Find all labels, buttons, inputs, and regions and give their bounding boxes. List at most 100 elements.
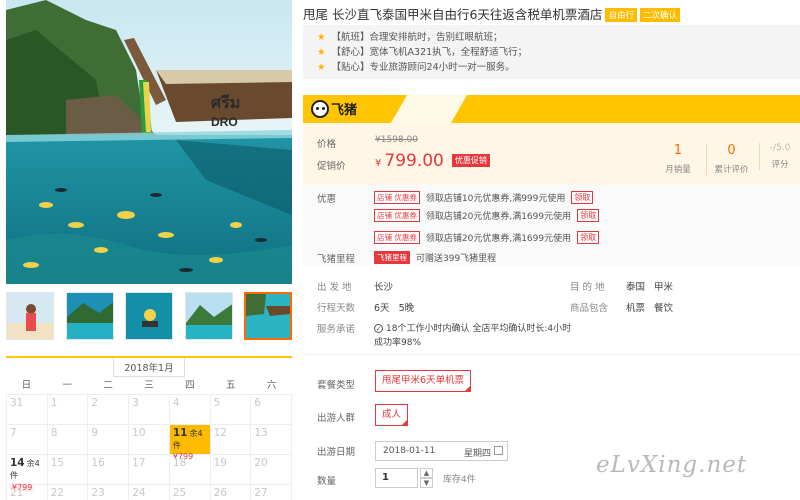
calendar-day-available-14[interactable]: 14 余4件 ¥799 bbox=[7, 455, 48, 492]
duration-label: 行程天数 bbox=[317, 303, 356, 314]
calendar-day: 16 bbox=[88, 455, 130, 485]
weekday-label: 二 bbox=[103, 380, 113, 391]
thumbnail-5-selected[interactable] bbox=[244, 292, 292, 340]
sale-price-value: 799.00 bbox=[384, 151, 444, 171]
miles-row: 飞猪里程 可赠送399飞猪里程 bbox=[374, 251, 496, 264]
thumbnail-strip bbox=[6, 292, 292, 342]
monthly-sales: 1 月销量 bbox=[653, 143, 703, 175]
feature-text: 【航班】合理安排航时，告别红眼航班； bbox=[331, 32, 503, 43]
coupon-section: 优惠 店铺 优惠券 领取店铺10元优惠券,满999元使用 领取 店铺 优惠券 领… bbox=[303, 185, 800, 265]
claim-coupon-button[interactable]: 领取 bbox=[577, 209, 600, 222]
stat-label: 累计评价 bbox=[714, 165, 749, 175]
calendar-day: 31 bbox=[7, 395, 48, 425]
stock-remaining: 库存4件 bbox=[443, 475, 476, 485]
travel-date-value: 2018-01-11 bbox=[383, 446, 436, 456]
calendar-day: 6 bbox=[251, 395, 292, 425]
calendar-day: 22 bbox=[48, 485, 89, 500]
coupon-label: 优惠 bbox=[317, 194, 337, 205]
coupon-row: 店铺 优惠券 领取店铺20元优惠券,满1699元使用 领取 bbox=[374, 209, 600, 222]
calendar-day: 8 bbox=[47, 425, 89, 455]
star-icon: ★ bbox=[317, 32, 326, 43]
original-price: ¥1598.00 bbox=[375, 135, 418, 145]
sale-price: ¥799.00 优惠促销 bbox=[375, 151, 490, 171]
calendar-day: 1 bbox=[47, 395, 89, 425]
shop-coupon-badge: 店铺 优惠券 bbox=[374, 191, 420, 204]
tag-free-travel: 自由行 bbox=[605, 8, 637, 22]
calendar-month: 2018年1月 bbox=[113, 358, 185, 377]
calendar-day: 19 bbox=[210, 455, 252, 485]
departure-label: 出 发 地 bbox=[317, 282, 352, 293]
calendar-header: 2018年1月 bbox=[6, 356, 292, 377]
stat-value: -/5.0 bbox=[769, 143, 791, 153]
package-type-option[interactable]: 甩尾甲米6天单机票 bbox=[375, 370, 472, 392]
calendar-day: 25 bbox=[170, 485, 211, 500]
fliggy-logo[interactable]: 飞猪 bbox=[311, 99, 357, 118]
feature-text: 【贴心】专业旅游顾问24小时一对一服务。 bbox=[331, 62, 515, 73]
calendar-day: 27 bbox=[251, 485, 292, 500]
calendar-day: 21 bbox=[7, 485, 48, 500]
svg-text:DRO: DRO bbox=[211, 115, 238, 129]
calendar-day: 20 bbox=[251, 455, 292, 485]
weekday-label: 三 bbox=[144, 380, 154, 391]
claim-coupon-button[interactable]: 领取 bbox=[577, 231, 600, 244]
stat-label: 月销量 bbox=[665, 165, 691, 175]
sale-price-label: 促销价 bbox=[317, 161, 346, 172]
calendar-day: 7 bbox=[7, 425, 48, 455]
calendar-day: 17 bbox=[129, 455, 170, 485]
weekday-label: 一 bbox=[62, 380, 73, 391]
package-type-label: 套餐类型 bbox=[317, 380, 356, 391]
traveler-type-option[interactable]: 成人 bbox=[375, 404, 409, 426]
coupon-text: 领取店铺20元优惠券,满1699元使用 bbox=[425, 234, 572, 244]
product-title-text: 甩尾 长沙直飞泰国甲米自由行6天往返含税单机票酒店 bbox=[303, 7, 603, 22]
feature-text: 【舒心】宽体飞机A321执飞，全程舒适飞行； bbox=[331, 47, 528, 58]
quantity-decrease-button[interactable]: ▼ bbox=[420, 478, 433, 488]
brand-name: 飞猪 bbox=[331, 103, 358, 118]
price-panel: 价格 ¥1598.00 促销价 ¥799.00 优惠促销 1 月销量 0 累计评价… bbox=[303, 123, 800, 185]
product-title: 甩尾 长沙直飞泰国甲米自由行6天往返含税单机票酒店 自由行 二次确认 bbox=[303, 4, 680, 23]
main-product-photo[interactable]: ศรีม DRO bbox=[6, 0, 292, 284]
quantity-input[interactable]: 1 bbox=[375, 468, 418, 488]
departure-calendar: 2018年1月 日 一 二 三 四 五 六 31 1 2 3 4 5 6 7 8… bbox=[6, 356, 292, 500]
calendar-day: 26 bbox=[211, 485, 252, 500]
promo-badge: 优惠促销 bbox=[451, 154, 490, 167]
service-label: 服务承诺 bbox=[317, 324, 356, 335]
coupon-row: 店铺 优惠券 领取店铺10元优惠券,满999元使用 领取 bbox=[374, 191, 594, 204]
thumbnail-4[interactable] bbox=[184, 292, 233, 340]
travel-date-weekday: 星期四 bbox=[463, 449, 491, 459]
miles-badge: 飞猪里程 bbox=[374, 251, 410, 264]
calendar-day: 15 bbox=[47, 455, 89, 485]
fliggy-logo-icon bbox=[311, 99, 329, 118]
svg-text:ศรีม: ศรีม bbox=[211, 93, 240, 112]
star-icon: ★ bbox=[317, 62, 326, 73]
calendar-day: 12 bbox=[210, 425, 252, 455]
feature-item: ★ 【航班】合理安排航时，告别红眼航班； bbox=[317, 30, 800, 45]
service-line-1: ✓ 18个工作小时内确认 全店平均确认时长:4小时 bbox=[374, 321, 571, 334]
star-icon: ★ bbox=[317, 47, 326, 58]
feature-item: ★ 【舒心】宽体飞机A321执飞，全程舒适飞行； bbox=[317, 45, 800, 60]
weekday-label: 四 bbox=[185, 380, 195, 391]
total-reviews[interactable]: 0 累计评价 bbox=[706, 143, 756, 175]
stat-value: 1 bbox=[673, 143, 683, 158]
calendar-day-available-11[interactable]: 11 余4件 ¥799 bbox=[169, 425, 211, 461]
calendar-day: 5 bbox=[210, 395, 252, 425]
day-number: 14 bbox=[10, 457, 25, 469]
miles-text: 可赠送399飞猪里程 bbox=[416, 254, 497, 264]
calendar-day: 24 bbox=[129, 485, 170, 500]
service-line-2: 成功率98% bbox=[374, 338, 422, 348]
destination-value: 泰国 甲米 bbox=[626, 282, 674, 293]
order-options: 套餐类型 甩尾甲米6天单机票 出游人群 成人 出游日期 2018-01-11 星… bbox=[303, 354, 800, 500]
currency-symbol: ¥ bbox=[375, 158, 382, 169]
calendar-day: 13 bbox=[251, 425, 292, 455]
calendar-day: 4 bbox=[169, 395, 211, 425]
weekday-label: 日 bbox=[21, 380, 32, 391]
thumbnail-2[interactable] bbox=[65, 292, 114, 340]
calendar-day: 23 bbox=[88, 485, 130, 500]
departure-value: 长沙 bbox=[374, 282, 394, 293]
quantity-increase-button[interactable]: ▲ bbox=[420, 468, 433, 478]
feature-list: ★ 【航班】合理安排航时，告别红眼航班； ★ 【舒心】宽体飞机A321执飞，全程舒适… bbox=[303, 25, 800, 79]
destination-label: 目 的 地 bbox=[570, 282, 605, 293]
thumbnail-3[interactable] bbox=[125, 292, 173, 340]
travel-date-picker[interactable]: 2018-01-11 星期四 bbox=[375, 441, 508, 461]
claim-coupon-button[interactable]: 领取 bbox=[571, 191, 594, 204]
thumbnail-1[interactable] bbox=[6, 292, 54, 340]
